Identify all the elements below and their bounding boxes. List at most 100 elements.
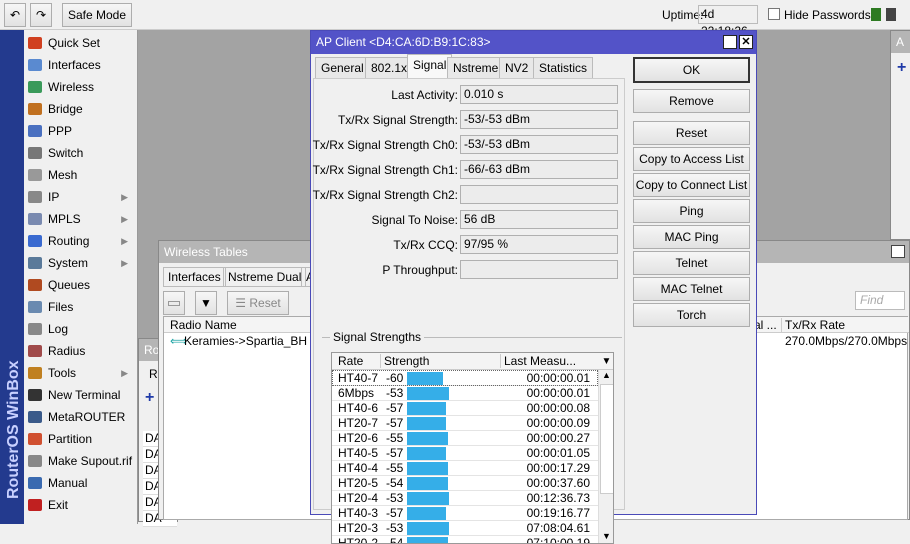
signal-row[interactable]: HT20-2 -54 07:10:00.19 <box>332 535 598 543</box>
signal-row[interactable]: HT20-7 -57 00:00:00.09 <box>332 415 598 431</box>
ping-button[interactable]: Ping <box>633 199 750 223</box>
log-icon <box>28 323 42 335</box>
menu-item-tools[interactable]: Tools ▶ <box>28 362 136 384</box>
signal-row[interactable]: HT20-3 -53 07:08:04.61 <box>332 520 598 536</box>
menu-item-mpls[interactable]: MPLS ▶ <box>28 208 136 230</box>
col-tx-rx-rate[interactable]: Tx/Rx Rate <box>781 318 845 332</box>
menu-item-ppp[interactable]: PPP <box>28 120 136 142</box>
mac-ping-button[interactable]: MAC Ping <box>633 225 750 249</box>
scrollbar[interactable]: ▲ ▼ <box>598 370 613 543</box>
strength: -57 <box>386 416 404 430</box>
menu-item-routing[interactable]: Routing ▶ <box>28 230 136 252</box>
menu-item-interfaces[interactable]: Interfaces <box>28 54 136 76</box>
menu-item-queues[interactable]: Queues <box>28 274 136 296</box>
signal-row[interactable]: HT20-4 -53 00:12:36.73 <box>332 490 598 506</box>
tab-signal[interactable]: Signal <box>407 54 453 79</box>
filter-button[interactable]: ▼ <box>195 291 217 315</box>
menu-item-bridge[interactable]: Bridge <box>28 98 136 120</box>
strength: -53 <box>386 521 404 535</box>
menu-item-wireless[interactable]: Wireless <box>28 76 136 98</box>
menu-item-switch[interactable]: Switch <box>28 142 136 164</box>
tab-nv2[interactable]: NV2 <box>499 57 535 78</box>
strength: -60 <box>386 371 404 385</box>
col-strength[interactable]: Strength <box>380 354 429 368</box>
menu-item-partition[interactable]: Partition <box>28 428 136 450</box>
close-icon[interactable]: ✕ <box>739 35 753 49</box>
reset-button[interactable]: ☰ Reset <box>227 291 289 315</box>
col-radio-name[interactable]: Radio Name <box>170 318 237 332</box>
menu-item-ip[interactable]: IP ▶ <box>28 186 136 208</box>
tab-802-1x[interactable]: 802.1x <box>365 57 414 78</box>
maximize-icon[interactable] <box>723 35 737 49</box>
tab-interfaces[interactable]: Interfaces <box>163 267 226 287</box>
reset-button[interactable]: Reset <box>633 121 750 145</box>
tab-statistics[interactable]: Statistics <box>533 57 594 78</box>
copy-to-connect-list-button[interactable]: Copy to Connect List <box>633 173 750 197</box>
remove-button[interactable]: Remove <box>633 89 750 113</box>
scrollbar-thumb[interactable] <box>600 384 613 494</box>
interfaces-icon <box>28 59 42 71</box>
col-rate[interactable]: Rate <box>338 354 363 368</box>
menu-item-exit[interactable]: Exit <box>28 494 136 516</box>
copy-to-access-list-button[interactable]: Copy to Access List <box>633 147 750 171</box>
col-last-measured[interactable]: Last Measu... <box>500 354 576 368</box>
rate: HT20-5 <box>338 476 379 490</box>
column-menu-icon[interactable]: ▼ <box>598 353 613 370</box>
scroll-up-icon[interactable]: ▲ <box>602 370 611 380</box>
menu-item-system[interactable]: System ▶ <box>28 252 136 274</box>
signal-strengths-table: Rate Strength Last Measu... ▼ HT40-7 -60 0… <box>331 352 614 544</box>
menu-item-make-supout-rif[interactable]: Make Supout.rif <box>28 450 136 472</box>
signal-tab-panel: Last Activity: 0.010 s Tx/Rx Signal Streng… <box>312 78 625 544</box>
status-green-icon <box>871 8 881 21</box>
field-value-p-throughput <box>460 260 618 279</box>
safe-mode-button[interactable]: Safe Mode <box>62 3 132 27</box>
scroll-down-icon[interactable]: ▼ <box>602 531 611 541</box>
signal-row[interactable]: HT40-5 -57 00:00:01.05 <box>332 445 598 461</box>
mac-telnet-button[interactable]: MAC Telnet <box>633 277 750 301</box>
field-value-tx-rx-ccq: 97/95 % <box>460 235 618 254</box>
menu-item-files[interactable]: Files <box>28 296 136 318</box>
maximize-icon[interactable] <box>891 245 905 258</box>
signal-row[interactable]: HT40-7 -60 00:00:00.01 <box>332 370 598 386</box>
telnet-button[interactable]: Telnet <box>633 251 750 275</box>
remove-button[interactable] <box>163 291 185 315</box>
menu-item-label: Switch <box>48 146 84 160</box>
tab-nstreme[interactable]: Nstreme <box>447 57 505 78</box>
field-label-p-throughput: P Throughput: <box>382 263 458 277</box>
menu-item-manual[interactable]: Manual <box>28 472 136 494</box>
add-icon[interactable]: + <box>145 389 154 407</box>
metarouter-icon <box>28 411 42 423</box>
redo-button[interactable]: ↷ <box>30 3 52 27</box>
hide-passwords-label: Hide Passwords <box>784 8 871 22</box>
strength: -54 <box>386 476 404 490</box>
hide-passwords-checkbox[interactable] <box>768 8 780 20</box>
add-icon[interactable]: + <box>897 59 906 77</box>
find-input[interactable]: Find <box>855 291 905 310</box>
field-label-tx-rx-signal-strength-ch0: Tx/Rx Signal Strength Ch0: <box>312 138 458 152</box>
signal-row[interactable]: HT20-5 -54 00:00:37.60 <box>332 475 598 491</box>
strength-bar <box>407 417 446 430</box>
undo-button[interactable]: ↶ <box>4 3 26 27</box>
tab-nstreme-dual[interactable]: Nstreme Dual <box>223 267 307 287</box>
menu-item-log[interactable]: Log <box>28 318 136 340</box>
tab-general[interactable]: General <box>315 57 370 78</box>
signal-row[interactable]: HT40-6 -57 00:00:00.08 <box>332 400 598 416</box>
torch-button[interactable]: Torch <box>633 303 750 327</box>
strength: -55 <box>386 461 404 475</box>
menu-item-new-terminal[interactable]: New Terminal <box>28 384 136 406</box>
strength-bar <box>407 507 446 520</box>
routing-icon <box>28 235 42 247</box>
submenu-arrow-icon: ▶ <box>121 214 128 224</box>
menu-item-metarouter[interactable]: MetaROUTER <box>28 406 136 428</box>
signal-row[interactable]: HT20-6 -55 00:00:00.27 <box>332 430 598 446</box>
ok-button[interactable]: OK <box>633 57 750 83</box>
menu-item-label: Queues <box>48 278 91 292</box>
menu-item-radius[interactable]: Radius <box>28 340 136 362</box>
menu-item-mesh[interactable]: Mesh <box>28 164 136 186</box>
signal-row[interactable]: 6Mbps -53 00:00:00.01 <box>332 385 598 401</box>
signal-row[interactable]: HT40-4 -55 00:00:17.29 <box>332 460 598 476</box>
brand-text: RouterOS WinBox <box>5 360 22 499</box>
rate: HT40-7 <box>338 371 379 385</box>
menu-item-quick-set[interactable]: Quick Set <box>28 32 136 54</box>
signal-row[interactable]: HT40-3 -57 00:19:16.77 <box>332 505 598 521</box>
